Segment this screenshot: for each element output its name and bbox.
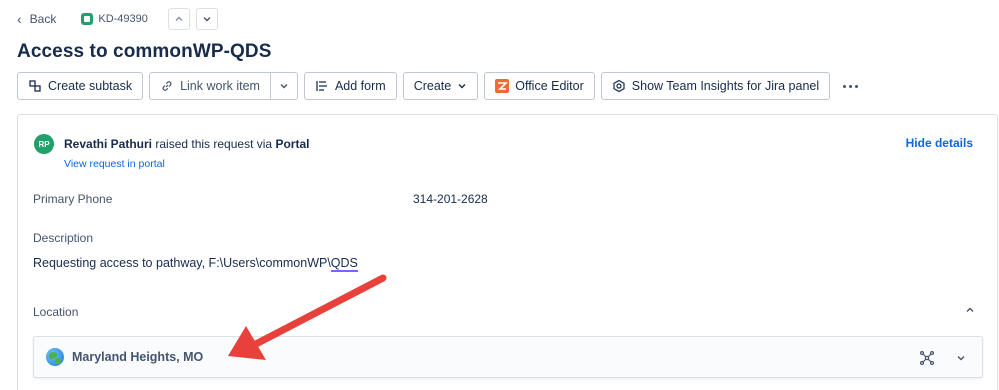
create-subtask-button[interactable]: Create subtask <box>17 72 144 100</box>
back-chevron-icon: ‹ <box>17 11 22 27</box>
create-dropdown-button[interactable]: Create <box>402 72 479 100</box>
more-actions-button[interactable] <box>836 72 864 100</box>
requester-row: RP Revathi Pathuri raised this request v… <box>34 134 309 154</box>
link-icon <box>162 81 172 91</box>
office-editor-label: Office Editor <box>515 79 584 93</box>
view-request-in-portal-link[interactable]: View request in portal <box>64 158 165 170</box>
chevron-down-icon <box>203 17 211 22</box>
more-icon-dot <box>854 84 858 88</box>
previous-issue-button[interactable] <box>167 8 190 30</box>
create-subtask-label: Create subtask <box>48 79 133 93</box>
more-icon <box>842 84 846 88</box>
office-editor-icon <box>495 79 510 93</box>
raised-request-text: Revathi Pathuri raised this request via … <box>64 137 309 151</box>
description-value[interactable]: Requesting access to pathway, F:\Users\c… <box>33 256 358 272</box>
team-insights-label: Show Team Insights for Jira panel <box>631 79 820 93</box>
toolbar: Create subtask Link work item Add form C… <box>17 72 864 100</box>
issue-key-text: KD-49390 <box>98 13 148 25</box>
requester-name[interactable]: Revathi Pathuri <box>64 137 152 151</box>
issue-key-link[interactable]: KD-49390 <box>81 13 148 25</box>
chevron-down-icon <box>280 84 288 89</box>
collapse-location-chevron-up-icon[interactable] <box>965 305 975 315</box>
request-channel: Portal <box>275 137 310 151</box>
more-icon-dot <box>848 84 852 88</box>
chevron-down-icon <box>458 84 466 89</box>
chevron-up-icon <box>175 16 183 21</box>
page-title: Access to commonWP-QDS <box>17 41 272 62</box>
office-editor-button[interactable]: Office Editor <box>484 72 595 100</box>
top-bar: ‹ Back KD-49390 <box>17 7 218 31</box>
avatar[interactable]: RP <box>34 134 54 154</box>
team-insights-button[interactable]: Show Team Insights for Jira panel <box>600 72 831 100</box>
hide-details-button[interactable]: Hide details <box>906 136 973 150</box>
form-icon <box>316 81 327 91</box>
primary-phone-label: Primary Phone <box>33 192 113 206</box>
add-form-button[interactable]: Add form <box>303 72 397 100</box>
map-icon[interactable] <box>920 351 934 365</box>
create-label: Create <box>413 79 452 93</box>
add-form-label: Add form <box>334 79 386 93</box>
subtask-icon <box>29 80 41 92</box>
description-underlined-text: QDS <box>330 256 358 272</box>
location-label: Location <box>33 305 79 319</box>
request-details-panel: RP Revathi Pathuri raised this request v… <box>17 114 998 390</box>
location-card[interactable]: Maryland Heights, MO <box>33 336 983 378</box>
description-label: Description <box>33 231 94 245</box>
primary-phone-value[interactable]: 314-201-2628 <box>413 192 488 206</box>
team-insights-icon <box>613 79 625 93</box>
back-button[interactable]: ‹ Back <box>17 12 56 26</box>
link-work-item-dropdown[interactable] <box>270 72 298 100</box>
location-value: Maryland Heights, MO <box>72 350 204 364</box>
expand-location-chevron-down-icon[interactable] <box>956 353 966 363</box>
back-label: Back <box>29 12 57 26</box>
globe-icon <box>46 348 64 366</box>
description-text: Requesting access to pathway, F:\Users\c… <box>33 256 331 270</box>
raised-via-text: raised this request via <box>152 137 276 151</box>
next-issue-button[interactable] <box>195 8 218 30</box>
link-work-item-label: Link work item <box>180 79 260 93</box>
link-work-item-button[interactable]: Link work item <box>149 72 271 100</box>
issue-type-icon <box>81 13 94 25</box>
